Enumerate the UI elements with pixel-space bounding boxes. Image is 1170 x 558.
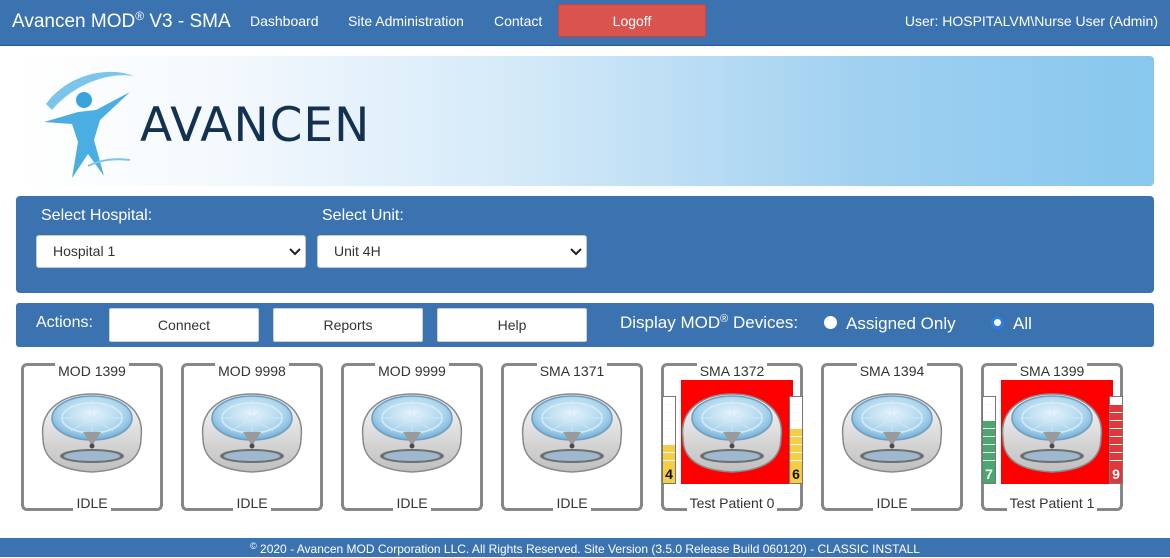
meter-segment (1110, 413, 1122, 421)
app-brand[interactable]: Avancen MOD® V3 - SMA (12, 9, 231, 33)
meter-segment (663, 453, 675, 461)
meter-segment (983, 445, 995, 453)
meter-value: 9 (1110, 465, 1122, 483)
unit-select-label: Select Unit: (322, 207, 404, 224)
device-pump-icon (361, 393, 463, 473)
device-card[interactable]: MOD 9999 IDLE (341, 363, 483, 511)
device-status: IDLE (344, 495, 480, 511)
device-pump-icon (521, 393, 623, 473)
device-status: IDLE (824, 495, 960, 511)
meter-segment (983, 405, 995, 413)
meter-segment (1110, 429, 1122, 437)
all-devices-radio[interactable] (991, 316, 1004, 329)
device-name: MOD 9998 (184, 363, 320, 379)
left-level-meter: 4 (662, 396, 676, 484)
meter-segment (790, 421, 802, 429)
chevron-down-icon (570, 248, 582, 256)
meter-segment (663, 437, 675, 445)
meter-segment (1110, 405, 1122, 413)
device-pump-icon (201, 393, 303, 473)
device-name: SMA 1372 (664, 363, 800, 379)
logoff-button[interactable]: Logoff (558, 4, 706, 37)
all-devices-label[interactable]: All (1013, 314, 1032, 334)
device-name: SMA 1399 (984, 363, 1120, 379)
device-card[interactable]: MOD 9998 IDLE (181, 363, 323, 511)
unit-select-value: Unit 4H (334, 243, 381, 259)
meter-segment (663, 421, 675, 429)
device-pump-icon (841, 393, 943, 473)
meter-segment (1110, 445, 1122, 453)
display-devices-label: Display MOD® Devices: (620, 313, 799, 332)
meter-segment (790, 397, 802, 405)
hospital-select[interactable]: Hospital 1 (36, 235, 306, 268)
unit-select[interactable]: Unit 4H (317, 235, 587, 268)
meter-segment (663, 429, 675, 437)
page-footer: © 2020 - Avancen MOD Corporation LLC. Al… (0, 538, 1170, 557)
hospital-select-label: Select Hospital: (41, 207, 153, 224)
meter-segment (1110, 397, 1122, 405)
device-pump-icon (1001, 393, 1103, 473)
device-card[interactable]: SMA 1371 IDLE (501, 363, 643, 511)
user-info: User: HOSPITALVM\Nurse User (Admin) (904, 13, 1158, 29)
device-name: SMA 1371 (504, 363, 640, 379)
actions-panel: Actions: Connect Reports Help Display MO… (16, 303, 1154, 347)
help-button[interactable]: Help (437, 308, 587, 342)
device-status: IDLE (184, 495, 320, 511)
nav-site-administration-link[interactable]: Site Administration (348, 13, 464, 29)
device-status: IDLE (24, 495, 160, 511)
meter-segment (663, 413, 675, 421)
meter-segment (1110, 421, 1122, 429)
nav-contact-link[interactable]: Contact (494, 13, 542, 29)
meter-segment (983, 413, 995, 421)
device-card[interactable]: MOD 1399 IDLE (21, 363, 163, 511)
meter-segment (790, 445, 802, 453)
right-level-meter: 6 (789, 396, 803, 484)
device-name: MOD 1399 (24, 363, 160, 379)
assigned-only-radio[interactable] (824, 316, 837, 329)
meter-segment (663, 397, 675, 405)
connect-button[interactable]: Connect (109, 308, 259, 342)
meter-value: 6 (790, 465, 802, 483)
device-card[interactable]: SMA 1372 Test Patient 0 4 6 (661, 363, 803, 511)
meter-segment (983, 453, 995, 461)
logo-banner: AVANCEN (16, 56, 1154, 186)
meter-segment (790, 413, 802, 421)
meter-segment (790, 437, 802, 445)
device-name: MOD 9999 (344, 363, 480, 379)
assigned-only-label[interactable]: Assigned Only (846, 314, 956, 334)
chevron-down-icon (289, 248, 301, 256)
right-level-meter: 9 (1109, 396, 1123, 484)
meter-segment (983, 421, 995, 429)
left-level-meter: 7 (982, 396, 996, 484)
device-name: SMA 1394 (824, 363, 960, 379)
meter-value: 7 (983, 465, 995, 483)
meter-value: 4 (663, 465, 675, 483)
reports-button[interactable]: Reports (273, 308, 423, 342)
meter-segment (983, 429, 995, 437)
device-status: IDLE (504, 495, 640, 511)
device-status: Test Patient 1 (984, 495, 1120, 511)
device-card[interactable]: SMA 1399 Test Patient 1 7 9 (981, 363, 1123, 511)
nav-dashboard-link[interactable]: Dashboard (250, 13, 319, 29)
avancen-figure-icon (44, 71, 134, 178)
meter-segment (663, 445, 675, 453)
device-card[interactable]: SMA 1394 IDLE (821, 363, 963, 511)
device-status: Test Patient 0 (664, 495, 800, 511)
meter-segment (790, 453, 802, 461)
avancen-wordmark: AVANCEN (140, 98, 371, 153)
avancen-logo: AVANCEN (38, 62, 369, 182)
top-navbar: Avancen MOD® V3 - SMA Dashboard Site Adm… (0, 0, 1170, 46)
meter-segment (983, 397, 995, 405)
device-pump-icon (681, 393, 783, 473)
hospital-select-value: Hospital 1 (53, 243, 116, 259)
filter-panel: Select Hospital: Hospital 1 Select Unit:… (16, 196, 1154, 293)
meter-segment (1110, 437, 1122, 445)
meter-segment (790, 405, 802, 413)
actions-label: Actions: (36, 314, 93, 331)
meter-segment (983, 437, 995, 445)
meter-segment (663, 405, 675, 413)
device-pump-icon (41, 393, 143, 473)
meter-segment (1110, 453, 1122, 461)
meter-segment (790, 429, 802, 437)
